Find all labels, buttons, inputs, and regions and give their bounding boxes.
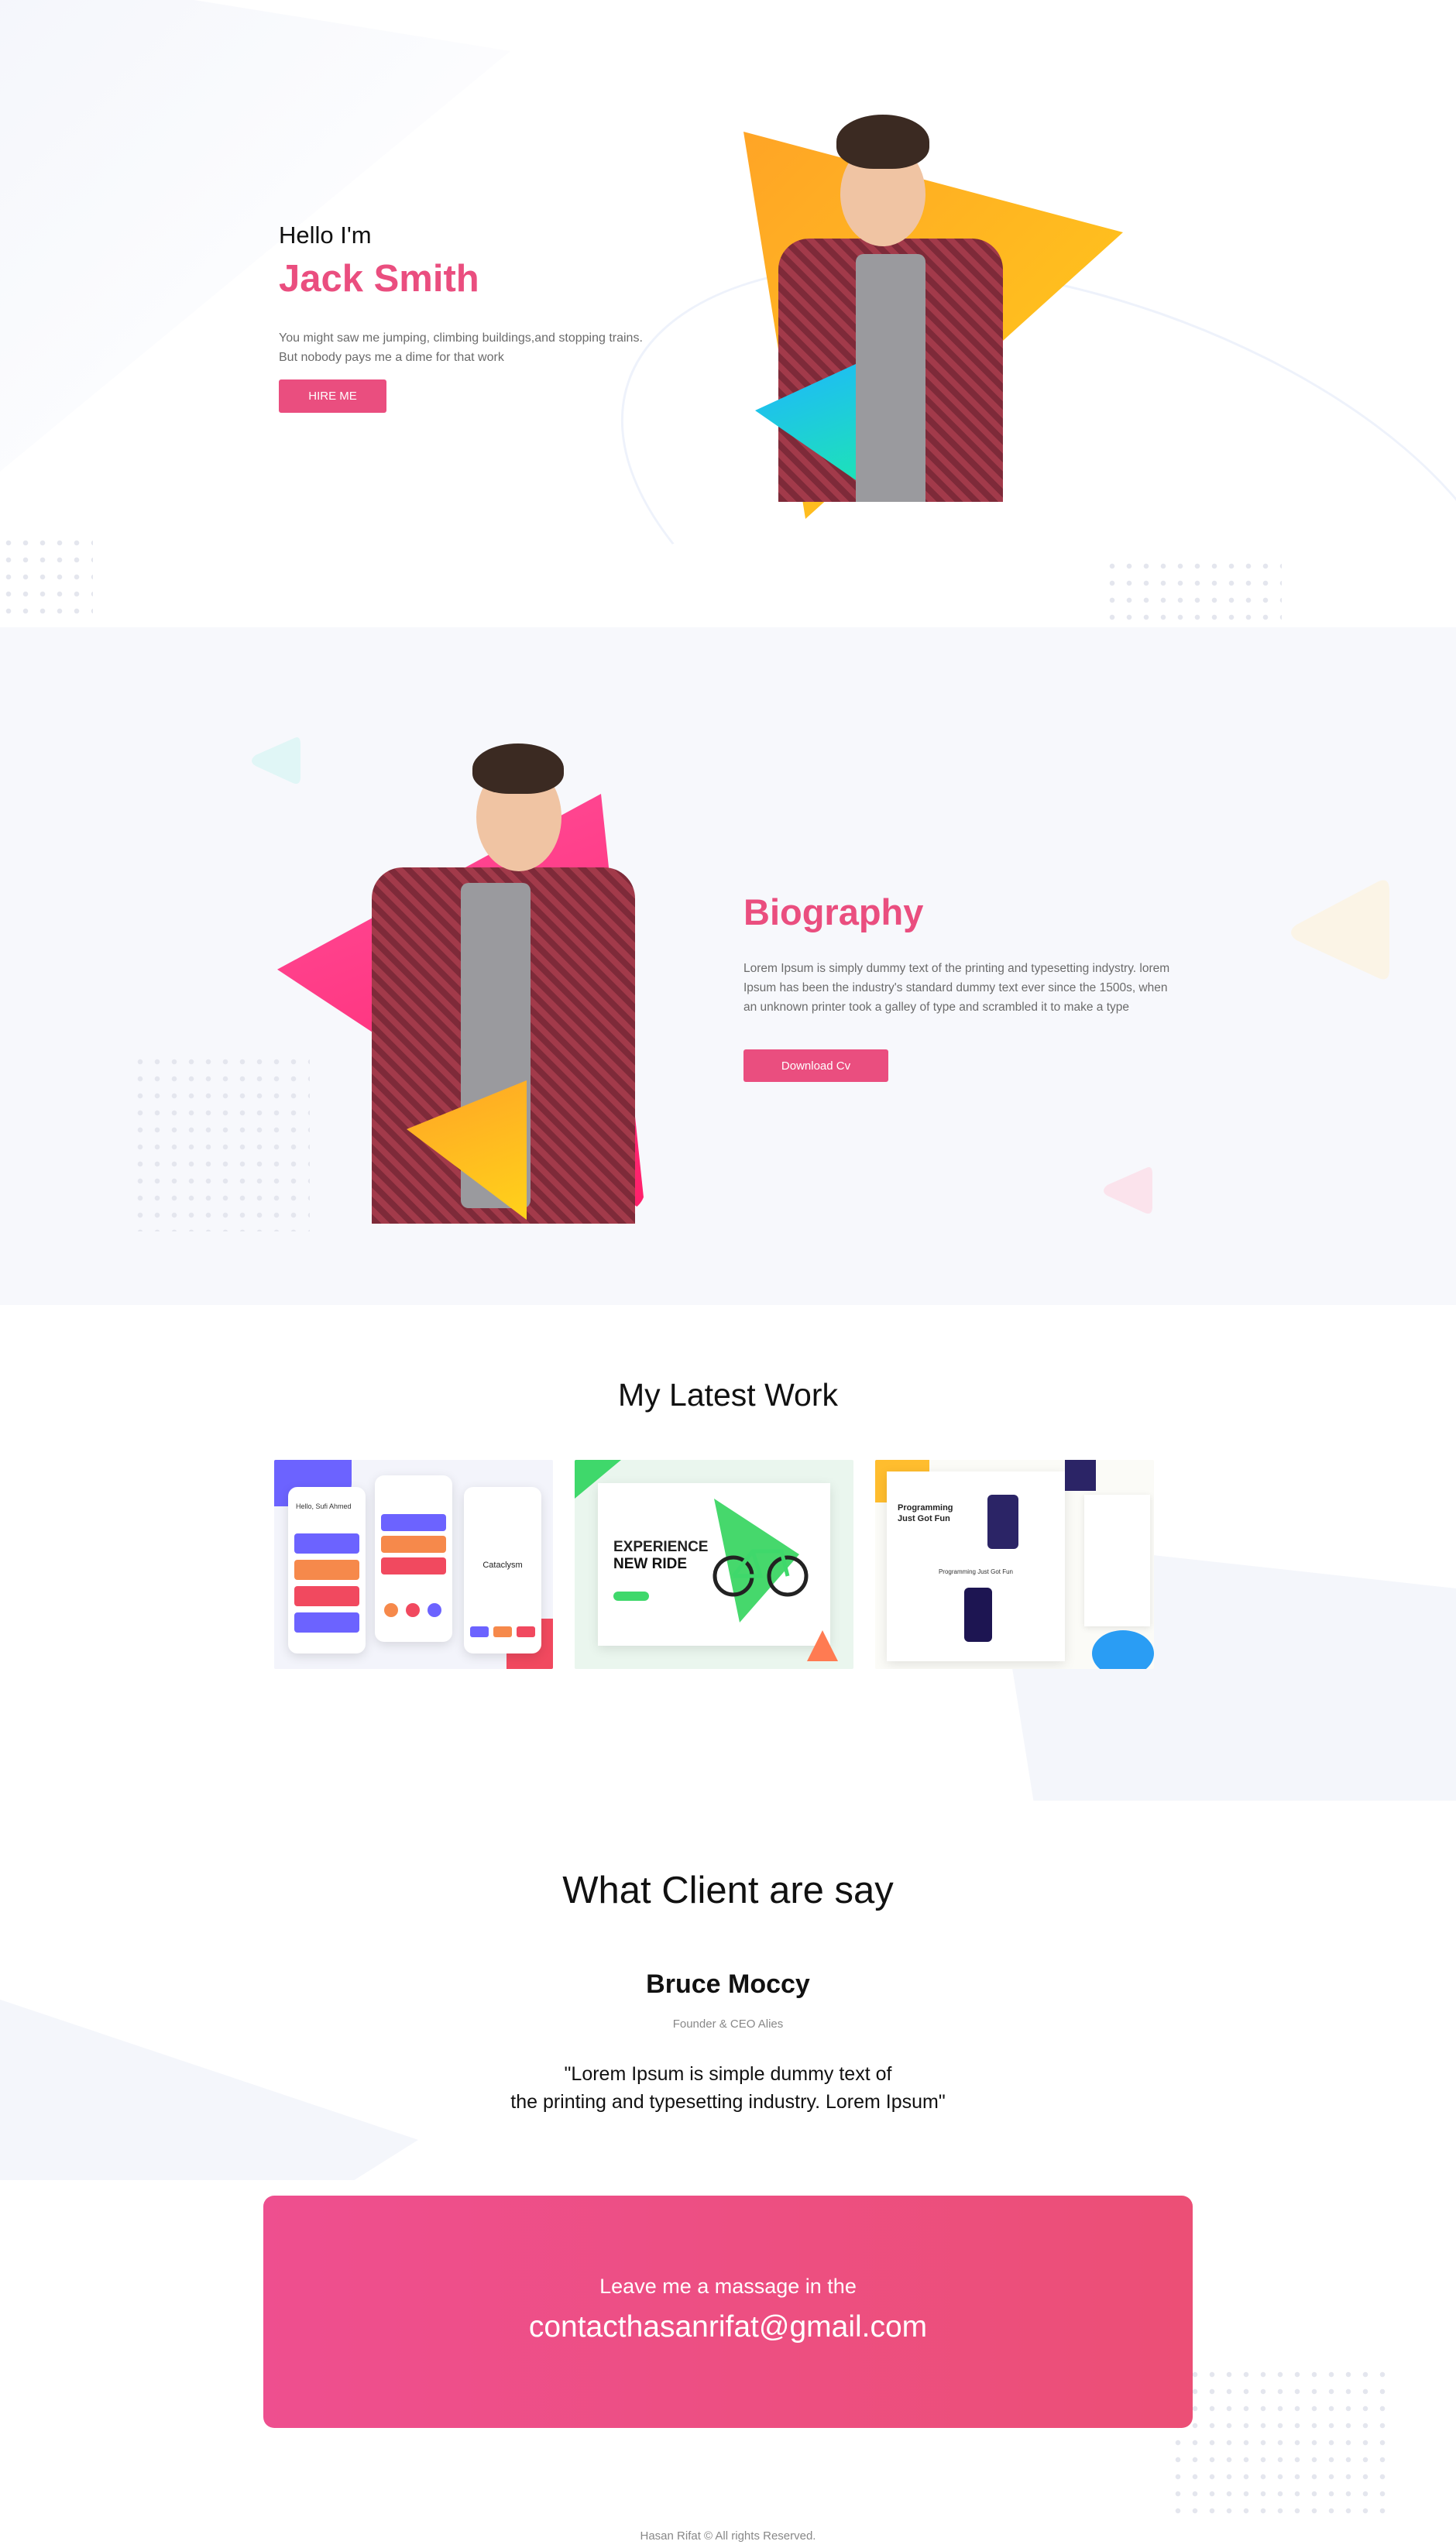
dot-pattern: [0, 534, 93, 623]
mockup-cta: [613, 1592, 649, 1601]
quote-line: the printing and typesetting industry. L…: [510, 2091, 946, 2113]
hero-section: Hello I'm Jack Smith You might saw me ju…: [0, 0, 1456, 627]
mockup-headline: EXPERIENCE NEW RIDE: [613, 1539, 708, 1573]
portrait-hair: [472, 743, 564, 794]
yellow-triangle-decoration: [1291, 880, 1389, 980]
portrait-tshirt: [856, 254, 925, 502]
mockup-headline-line: Just Got Fun: [898, 1514, 950, 1523]
mockup-headline-line: NEW RIDE: [613, 1556, 708, 1573]
download-cv-button[interactable]: Download Cv: [743, 1049, 888, 1082]
pink-triangle-decoration: [1104, 1167, 1152, 1214]
phone-mockup: Cataclysm: [464, 1487, 541, 1653]
dot-pattern: [132, 1053, 310, 1231]
client-role: Founder & CEO Alies: [672, 2017, 784, 2031]
mockup-headline-line: EXPERIENCE: [613, 1539, 709, 1555]
phone-list-item: [294, 1533, 359, 1554]
hero-intro-line: You might saw me jumping, climbing build…: [279, 331, 643, 345]
work-card-programming-site[interactable]: Programming Just Got Fun Programming Jus…: [875, 1460, 1154, 1669]
mockup-headline-accent: NEW RIDE: [613, 1556, 687, 1572]
bicycle-icon: [713, 1549, 809, 1597]
phone-button: [493, 1626, 512, 1637]
phone-list-item: [294, 1560, 359, 1580]
mockup-subtitle: Programming Just Got Fun: [938, 1568, 1014, 1575]
dot-pattern: [1169, 2366, 1386, 2521]
contact-banner: Leave me a massage in the contacthasanri…: [263, 2196, 1193, 2428]
hero-background-shape: [0, 0, 510, 496]
website-sidebar-mockup: [1084, 1495, 1150, 1626]
contact-label: Leave me a massage in the: [599, 2275, 857, 2298]
testimonials-section: What Client are say Bruce Moccy Founder …: [0, 1801, 1456, 2180]
phone-list-item: [381, 1557, 446, 1574]
portrait-hair: [836, 115, 929, 169]
card-accent-shape: [1092, 1630, 1154, 1669]
phone-greeting: Hello, Sufi Ahmed: [296, 1502, 352, 1510]
teal-triangle-decoration: [252, 737, 300, 784]
client-quote: "Lorem Ipsum is simple dummy text of the…: [0, 2060, 1456, 2116]
phone-avatar: [406, 1603, 420, 1617]
phone-button: [470, 1626, 489, 1637]
hero-intro-line: But nobody pays me a dime for that work: [279, 351, 504, 364]
biography-title: Biography: [743, 891, 924, 932]
hero-greeting: Hello I'm: [279, 221, 372, 249]
mockup-headline: Programming Just Got Fun: [898, 1502, 953, 1524]
quote-line: "Lorem Ipsum is simple dummy text of: [564, 2063, 892, 2085]
phone-illustration: [987, 1495, 1018, 1549]
contact-section: Leave me a massage in the contacthasanri…: [0, 2180, 1456, 2548]
phone-mockup: [375, 1475, 452, 1642]
phone-list-item: [381, 1514, 446, 1531]
contact-email-link[interactable]: contacthasanrifat@gmail.com: [263, 2310, 1193, 2344]
phone-avatar: [384, 1603, 398, 1617]
hero-name: Jack Smith: [279, 258, 479, 300]
footer-copyright: Hasan Rifat © All rights Reserved.: [640, 2529, 816, 2543]
work-card-mobile-app[interactable]: Hello, Sufi Ahmed Cataclysm: [274, 1460, 553, 1669]
phone-illustration: [964, 1588, 992, 1642]
biography-text: Lorem Ipsum is simply dummy text of the …: [743, 962, 1170, 1014]
phone-button: [517, 1626, 535, 1637]
phone-list-item: [294, 1612, 359, 1633]
website-mockup: EXPERIENCE NEW RIDE: [598, 1483, 830, 1646]
phone-mockup: Hello, Sufi Ahmed: [288, 1487, 366, 1653]
phone-list-item: [294, 1586, 359, 1606]
latest-work-section: My Latest Work Hello, Sufi Ahmed Catacly…: [0, 1305, 1456, 1801]
phone-avatar: [428, 1603, 441, 1617]
client-name: Bruce Moccy: [646, 1969, 810, 1999]
phone-list-item: [381, 1536, 446, 1553]
mockup-headline-line: Programming: [898, 1503, 953, 1513]
phone-screen-label: Cataclysm: [482, 1561, 523, 1570]
work-title: My Latest Work: [617, 1377, 839, 1413]
work-card-bike-landing[interactable]: EXPERIENCE NEW RIDE: [575, 1460, 853, 1669]
website-mockup: Programming Just Got Fun Programming Jus…: [887, 1471, 1065, 1661]
hero-intro: You might saw me jumping, climbing build…: [279, 328, 713, 367]
biography-section: Biography Lorem Ipsum is simply dummy te…: [0, 627, 1456, 1305]
hire-me-button[interactable]: HIRE ME: [279, 379, 386, 413]
dot-pattern: [1104, 558, 1282, 627]
testimonials-title: What Client are say: [562, 1870, 894, 1911]
mockup-thumbnail: [1065, 1460, 1096, 1491]
